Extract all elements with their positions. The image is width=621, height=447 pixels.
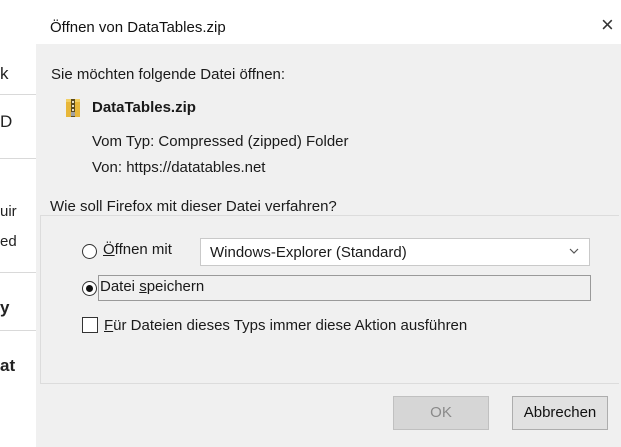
- always-do-this-label[interactable]: Für Dateien dieses Typs immer diese Akti…: [104, 317, 467, 334]
- background-text: at: [0, 356, 16, 375]
- save-file-label[interactable]: Datei speichern: [100, 278, 204, 295]
- background-text: y: [0, 298, 10, 317]
- background-divider: [0, 272, 36, 273]
- background-page: k D uir ed y at: [0, 0, 37, 447]
- cancel-button[interactable]: Abbrechen: [512, 396, 608, 430]
- ok-button[interactable]: OK: [393, 396, 489, 430]
- background-text: k: [0, 64, 9, 83]
- action-group-label: Wie soll Firefox mit dieser Datei verfah…: [46, 198, 341, 215]
- background-text: ed: [0, 233, 17, 250]
- file-type: Vom Typ: Compressed (zipped) Folder: [92, 133, 349, 150]
- zip-archive-icon: [66, 99, 80, 117]
- background-text: D: [0, 112, 13, 131]
- always-do-this-checkbox[interactable]: [82, 317, 98, 333]
- file-name: DataTables.zip: [92, 99, 196, 116]
- file-source: Von: https://datatables.net: [92, 159, 266, 176]
- prompt-text: Sie möchten folgende Datei öffnen:: [51, 66, 286, 83]
- background-divider: [0, 94, 36, 95]
- label-text: peichern: [146, 278, 205, 295]
- accelerator-key: F: [104, 317, 114, 334]
- accelerator-key: s: [139, 278, 147, 295]
- label-text: Datei: [100, 278, 140, 295]
- close-icon[interactable]: ×: [601, 10, 621, 40]
- open-file-dialog: Öffnen von DataTables.zip × Sie möchten …: [36, 0, 621, 447]
- dialog-body: Sie möchten folgende Datei öffnen: DataT…: [36, 44, 621, 447]
- accelerator-key: Ö: [103, 241, 115, 258]
- open-with-label[interactable]: Öffnen mit: [103, 241, 172, 258]
- dialog-titlebar[interactable]: Öffnen von DataTables.zip ×: [36, 0, 621, 44]
- save-file-radio[interactable]: [82, 281, 97, 296]
- label-text: ür Dateien dieses Typs immer diese Aktio…: [113, 317, 468, 334]
- background-divider: [0, 158, 36, 159]
- background-divider: [0, 330, 36, 331]
- label-text: ffnen mit: [114, 241, 172, 258]
- dialog-title: Öffnen von DataTables.zip: [50, 19, 226, 36]
- application-select[interactable]: Windows-Explorer (Standard): [200, 238, 590, 266]
- open-with-radio[interactable]: [82, 244, 97, 259]
- application-select-value: Windows-Explorer (Standard): [210, 244, 407, 261]
- chevron-down-icon: [569, 248, 579, 254]
- background-text: uir: [0, 203, 17, 220]
